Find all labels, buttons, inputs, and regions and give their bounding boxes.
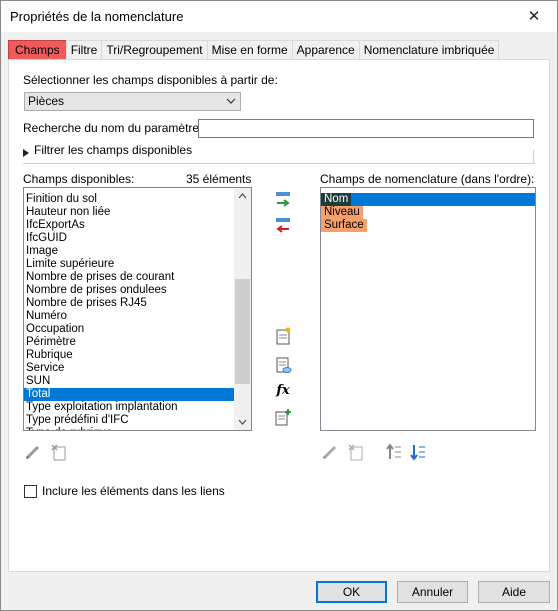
available-field-item[interactable]: Nombre de prises de courant <box>24 271 235 284</box>
search-input[interactable] <box>198 119 534 138</box>
ok-button[interactable]: OK <box>316 581 387 603</box>
available-field-item[interactable]: Hauteur non liée <box>24 206 235 219</box>
available-field-item[interactable]: Image <box>24 245 235 258</box>
schedule-field-item[interactable]: Surface <box>321 219 535 232</box>
delete-schedule-field-button[interactable] <box>347 443 365 461</box>
delete-parameter-button[interactable] <box>50 443 68 461</box>
cancel-button[interactable]: Annuler <box>397 581 468 603</box>
add-field-button[interactable] <box>274 191 292 209</box>
available-field-item[interactable]: Service <box>24 362 235 375</box>
available-field-item[interactable]: Périmètre <box>24 336 235 349</box>
combine-parameters-icon <box>275 409 291 426</box>
edit-pencil-icon <box>322 445 337 460</box>
scroll-up-icon[interactable] <box>234 188 251 205</box>
tab-filtre[interactable]: Filtre <box>65 40 103 60</box>
available-field-item[interactable]: Nombre de prises ondulees <box>24 284 235 297</box>
available-fields-list[interactable]: Finition du sol Hauteur non liée IfcExport… <box>23 187 252 431</box>
filter-divider-edge <box>533 150 534 164</box>
delete-parameter-icon <box>51 444 66 461</box>
schedule-fields-list[interactable]: Nom Niveau Surface <box>320 187 536 431</box>
available-field-item[interactable]: Numéro <box>24 310 235 323</box>
include-links-checkbox[interactable] <box>24 485 37 498</box>
available-field-item[interactable]: Nombre de prises RJ45 <box>24 297 235 310</box>
expand-arrow-icon <box>23 146 29 160</box>
available-field-item[interactable]: IfcGUID <box>24 232 235 245</box>
formula-button[interactable]: fx <box>274 382 292 400</box>
available-field-item[interactable]: Finition du sol <box>24 193 235 206</box>
tab-strip: Champs Filtre Tri/Regroupement Mise en f… <box>8 40 500 60</box>
schedule-field-label: Nom <box>321 193 352 206</box>
new-parameter-button[interactable] <box>274 327 292 345</box>
source-select[interactable]: Pièces <box>24 92 241 111</box>
filter-label: Filtrer les champs disponibles <box>34 143 193 157</box>
scroll-down-icon[interactable] <box>234 413 251 430</box>
move-down-button[interactable] <box>409 443 427 461</box>
available-field-item[interactable]: SUN <box>24 375 235 388</box>
scroll-thumb[interactable] <box>235 279 250 385</box>
available-field-item[interactable]: Rubrique <box>24 349 235 362</box>
available-items: Finition du sol Hauteur non liée IfcExport… <box>24 193 235 430</box>
available-field-item[interactable]: Total <box>24 388 235 401</box>
window-title: Propriétés de la nomenclature <box>10 9 184 24</box>
schedule-properties-dialog: Propriétés de la nomenclature ✕ Champs F… <box>0 0 558 611</box>
edit-schedule-field-button[interactable] <box>321 443 339 461</box>
schedule-field-item[interactable]: Niveau <box>321 206 535 219</box>
remove-field-button[interactable] <box>274 217 292 235</box>
include-links-label: Inclure les éléments dans les liens <box>42 484 225 498</box>
move-down-icon <box>410 445 425 461</box>
search-label: Recherche du nom du paramètre: <box>23 121 203 135</box>
available-field-item[interactable]: Type de rubrique <box>24 427 235 430</box>
schedule-field-label: Niveau <box>321 206 363 219</box>
tab-nomenclature-imbriquee[interactable]: Nomenclature imbriquée <box>358 40 500 60</box>
add-field-icon <box>276 192 290 207</box>
source-selected-value: Pièces <box>28 94 65 108</box>
combine-parameters-button[interactable] <box>274 408 292 426</box>
available-label: Champs disponibles: <box>23 172 135 186</box>
formula-icon: fx <box>276 383 290 398</box>
tab-apparence[interactable]: Apparence <box>291 40 360 60</box>
close-button[interactable]: ✕ <box>511 1 557 32</box>
available-field-item[interactable]: Occupation <box>24 323 235 336</box>
source-label: Sélectionner les champs disponibles à pa… <box>23 73 278 87</box>
schedule-items: Nom Niveau Surface <box>321 193 535 232</box>
shared-parameter-button[interactable] <box>274 356 292 374</box>
available-field-item[interactable]: Type prédéfini d'IFC <box>24 414 235 427</box>
schedule-field-item[interactable]: Nom <box>321 193 535 206</box>
tab-champs[interactable]: Champs <box>8 40 67 60</box>
help-button[interactable]: Aide <box>478 581 550 603</box>
available-field-item[interactable]: Type exploitation implantation <box>24 401 235 414</box>
delete-parameter-icon <box>348 444 363 461</box>
shared-parameter-icon <box>276 357 292 373</box>
schedule-field-label: Surface <box>321 219 367 232</box>
available-count: 35 éléments <box>186 172 252 186</box>
edit-pencil-icon <box>25 445 40 460</box>
chevron-down-icon <box>226 93 236 116</box>
move-up-button[interactable] <box>385 443 403 461</box>
filter-divider <box>23 163 535 164</box>
available-field-item[interactable]: Limite supérieure <box>24 258 235 271</box>
edit-parameter-button[interactable] <box>24 443 42 461</box>
fields-panel: Sélectionner les champs disponibles à pa… <box>8 59 550 572</box>
available-field-item[interactable]: IfcExportAs <box>24 219 235 232</box>
schedule-fields-label: Champs de nomenclature (dans l'ordre): <box>320 172 535 186</box>
remove-field-icon <box>276 218 290 233</box>
available-scrollbar[interactable] <box>234 188 251 430</box>
tab-tri-regroupement[interactable]: Tri/Regroupement <box>101 40 208 60</box>
tab-mise-en-forme[interactable]: Mise en forme <box>206 40 293 60</box>
title-bar: Propriétés de la nomenclature ✕ <box>1 1 557 32</box>
move-up-icon <box>386 443 401 459</box>
new-parameter-icon <box>276 327 291 345</box>
